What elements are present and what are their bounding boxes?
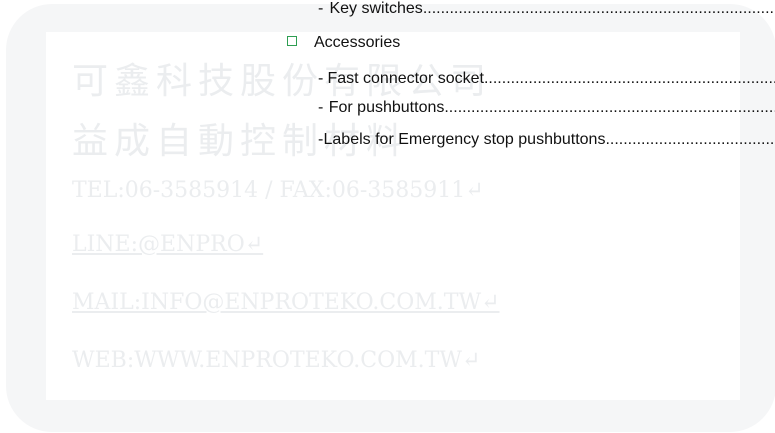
- toc-item-key-switches[interactable]: - Key switches .........................…: [318, 0, 775, 18]
- toc-category-accessories[interactable]: Accessories: [287, 34, 400, 52]
- dash-marker: -: [318, 0, 324, 17]
- square-bullet-icon: [287, 36, 297, 46]
- toc-item-label: Key switches: [329, 0, 423, 17]
- dot-leader: ........................................…: [422, 0, 775, 17]
- toc-item-emergency-stop-labels[interactable]: - Labels for Emergency stop pushbuttons …: [318, 131, 775, 149]
- dash-marker: -: [318, 70, 324, 87]
- dot-leader: ........................................…: [605, 131, 775, 148]
- document-page: 可鑫科技股份有限公司 益成自動控制材料 TEL:06-3585914 / FAX…: [0, 0, 775, 433]
- toc-item-label: Labels for Emergency stop pushbuttons: [323, 131, 606, 148]
- dot-leader: ........................................…: [483, 70, 775, 87]
- toc-item-fast-connector-socket[interactable]: - Fast connector socket ................…: [318, 70, 775, 88]
- toc-item-for-pushbuttons[interactable]: - For pushbuttons ......................…: [318, 99, 775, 117]
- dash-marker: -: [318, 99, 324, 116]
- toc-item-label: Fast connector socket: [327, 70, 484, 87]
- dot-leader: ........................................…: [444, 99, 775, 116]
- toc-item-label: For pushbuttons: [328, 99, 445, 116]
- table-of-contents: - Key switches .........................…: [0, 0, 775, 433]
- toc-category-label: Accessories: [314, 34, 401, 51]
